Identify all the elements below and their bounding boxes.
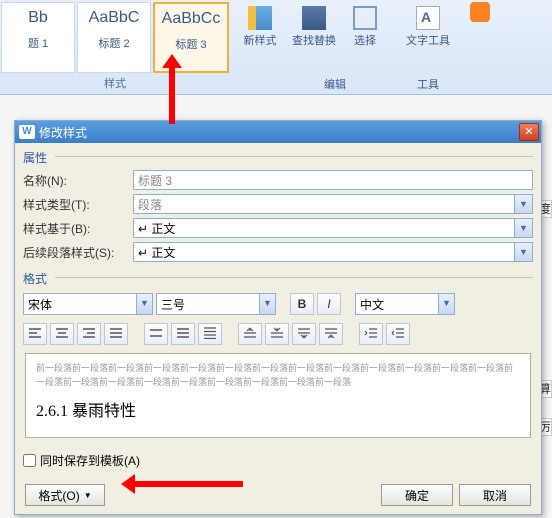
save-to-template-checkbox[interactable] — [23, 454, 36, 467]
chevron-down-icon[interactable]: ▼ — [515, 242, 533, 262]
indent-increase-button[interactable] — [386, 323, 410, 345]
align-justify-button[interactable] — [104, 323, 128, 345]
new-style-button[interactable]: 新样式 — [240, 4, 280, 48]
blog-icon[interactable] — [470, 2, 490, 22]
font-select[interactable]: 宋体▼ — [23, 293, 153, 315]
app-logo-icon: W — [19, 125, 35, 139]
modify-style-dialog: W 修改样式 ✕ 属性 名称(N): 标题 3 样式类型(T): 段落 ▼ 样式… — [14, 120, 542, 515]
close-button[interactable]: ✕ — [519, 123, 539, 141]
align-right-button[interactable] — [77, 323, 101, 345]
select-button[interactable]: 选择 — [348, 4, 382, 48]
followstyle-select[interactable]: ↵ 正文 — [133, 242, 515, 262]
binoculars-icon — [302, 6, 326, 30]
preview-filler-text: 前一段落前一段落前一段落前一段落前一段落前一段落前一段落前一段落前一段落前一段落… — [36, 362, 520, 389]
dialog-title: 修改样式 — [39, 124, 87, 141]
save-to-template-label: 同时保存到模板(A) — [40, 452, 140, 469]
name-input[interactable]: 标题 3 — [133, 170, 533, 190]
line-spacing-2-button[interactable] — [198, 323, 222, 345]
new-style-icon — [248, 6, 272, 30]
chevron-down-icon[interactable]: ▼ — [515, 218, 533, 238]
preview-heading: 2.6.1 暴雨特性 — [36, 397, 520, 421]
tool-group-label: 工具 — [404, 76, 452, 92]
edit-group-label: 编辑 — [290, 76, 380, 92]
style-item-heading3[interactable]: AaBbCc 标题 3 — [153, 2, 229, 73]
style-item-heading1[interactable]: Bb 题 1 — [1, 2, 75, 73]
basedon-label: 样式基于(B): — [23, 220, 133, 237]
space-before-decrease-button[interactable] — [265, 323, 289, 345]
styletype-select[interactable]: 段落 — [133, 194, 515, 214]
line-spacing-1-button[interactable] — [144, 323, 168, 345]
section-attributes: 属性 — [15, 143, 541, 168]
format-toolbar-row2 — [15, 319, 541, 349]
bold-button[interactable]: B — [290, 293, 314, 315]
styles-gallery: Bb 题 1 AaBbC 标题 2 AaBbCc 标题 3 — [0, 0, 230, 75]
ok-button[interactable]: 确定 — [381, 484, 453, 506]
followstyle-label: 后续段落样式(S): — [23, 244, 133, 261]
italic-button[interactable]: I — [317, 293, 341, 315]
cancel-button[interactable]: 取消 — [459, 484, 531, 506]
basedon-select[interactable]: ↵ 正文 — [133, 218, 515, 238]
dialog-bottom-row: 格式(O)▼ 确定 取消 — [15, 484, 541, 506]
space-after-decrease-button[interactable] — [319, 323, 343, 345]
chevron-down-icon[interactable]: ▼ — [438, 294, 454, 314]
ribbon: Bb 题 1 AaBbC 标题 2 AaBbCc 标题 3 样式 新样式 查找替… — [0, 0, 552, 95]
styles-group-label: 样式 — [0, 75, 230, 91]
text-tool-icon — [416, 6, 440, 30]
language-select[interactable]: 中文▼ — [355, 293, 455, 315]
section-format: 格式 — [15, 264, 541, 289]
style-item-heading2[interactable]: AaBbC 标题 2 — [77, 2, 151, 73]
styletype-label: 样式类型(T): — [23, 196, 133, 213]
chevron-down-icon: ▼ — [84, 491, 92, 500]
align-center-button[interactable] — [50, 323, 74, 345]
name-label: 名称(N): — [23, 172, 133, 189]
annotation-arrow-left — [121, 474, 251, 494]
cursor-icon — [353, 6, 377, 30]
format-menu-button[interactable]: 格式(O)▼ — [25, 484, 105, 506]
space-before-increase-button[interactable] — [238, 323, 262, 345]
format-toolbar-row1: 宋体▼ 三号▼ B I 中文▼ — [15, 289, 541, 319]
dialog-titlebar[interactable]: W 修改样式 ✕ — [15, 121, 541, 143]
find-replace-button[interactable]: 查找替换 — [290, 4, 338, 48]
text-tool-button[interactable]: 文字工具 — [404, 4, 452, 48]
align-left-button[interactable] — [23, 323, 47, 345]
space-after-increase-button[interactable] — [292, 323, 316, 345]
indent-decrease-button[interactable] — [359, 323, 383, 345]
size-select[interactable]: 三号▼ — [156, 293, 276, 315]
chevron-down-icon[interactable]: ▼ — [515, 194, 533, 214]
chevron-down-icon[interactable]: ▼ — [136, 294, 152, 314]
preview-pane: 前一段落前一段落前一段落前一段落前一段落前一段落前一段落前一段落前一段落前一段落… — [25, 353, 531, 438]
chevron-down-icon[interactable]: ▼ — [259, 294, 275, 314]
line-spacing-15-button[interactable] — [171, 323, 195, 345]
